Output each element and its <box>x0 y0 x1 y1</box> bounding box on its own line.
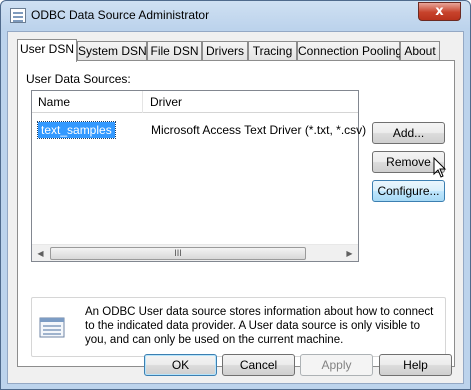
tab-drivers[interactable]: Drivers <box>202 41 248 61</box>
add-button[interactable]: Add... <box>372 122 445 144</box>
configure-button[interactable]: Configure... <box>372 180 445 202</box>
help-button[interactable]: Help <box>379 354 452 376</box>
column-header-name[interactable]: Name <box>38 95 70 109</box>
column-divider[interactable] <box>142 91 143 113</box>
apply-button[interactable]: Apply <box>300 354 373 376</box>
tab-about[interactable]: About <box>400 41 440 61</box>
tab-user-dsn[interactable]: User DSN <box>17 39 77 62</box>
data-sources-list[interactable]: Name Driver text_samples Microsoft Acces… <box>31 90 366 262</box>
scroll-right-icon[interactable]: ▶ <box>341 245 358 262</box>
data-source-name[interactable]: text_samples <box>37 121 116 139</box>
odbc-admin-window: ODBC Data Source Administrator x User DS… <box>0 0 471 390</box>
scroll-left-icon[interactable]: ◀ <box>32 245 49 262</box>
data-source-driver: Microsoft Access Text Driver (*.txt, *.c… <box>151 123 367 137</box>
odbc-app-icon <box>10 8 26 23</box>
title-bar[interactable]: ODBC Data Source Administrator x <box>1 1 470 31</box>
info-box: An ODBC User data source stores informat… <box>31 297 446 357</box>
tab-file-dsn[interactable]: File DSN <box>147 41 202 61</box>
cancel-button[interactable]: Cancel <box>222 354 295 376</box>
close-icon: x <box>435 4 444 19</box>
tab-tracing[interactable]: Tracing <box>248 41 297 61</box>
data-source-icon <box>39 317 65 338</box>
tab-system-dsn[interactable]: System DSN <box>77 41 147 61</box>
dialog-client-area: User DSN System DSN File DSN Drivers Tra… <box>7 31 464 384</box>
list-header: Name Driver <box>32 91 358 113</box>
tab-connection-pooling[interactable]: Connection Pooling <box>297 41 402 61</box>
column-header-driver[interactable]: Driver <box>150 95 182 109</box>
user-dsn-panel: User Data Sources: Name Driver text_samp… <box>17 60 455 367</box>
mouse-pointer-icon <box>433 157 447 178</box>
list-item[interactable]: text_samples Microsoft Access Text Drive… <box>32 121 366 139</box>
horizontal-scrollbar[interactable]: ◀ III ▶ <box>32 244 358 261</box>
ok-button[interactable]: OK <box>144 354 217 376</box>
info-description: An ODBC User data source stores informat… <box>85 306 434 346</box>
window-title: ODBC Data Source Administrator <box>31 8 210 22</box>
scroll-thumb[interactable]: III <box>50 247 306 260</box>
close-button[interactable]: x <box>418 2 461 21</box>
user-data-sources-label: User Data Sources: <box>26 72 131 86</box>
